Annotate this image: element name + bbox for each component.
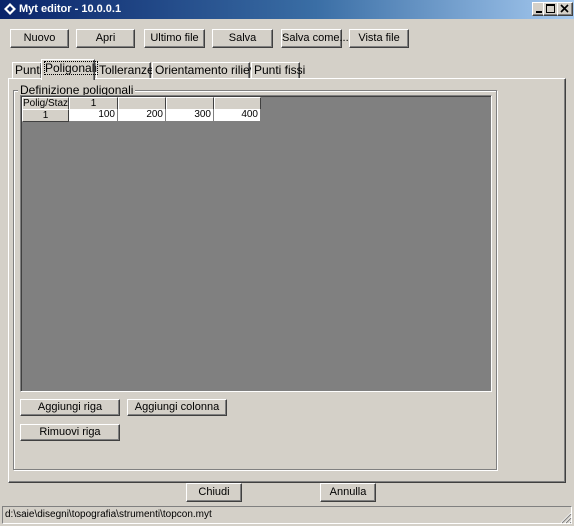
tab-poligonali-label: Poligonali <box>44 61 99 75</box>
salva-button[interactable]: Salva <box>212 29 273 48</box>
status-path: d:\saie\disegni\topografia\strumenti\top… <box>5 509 212 520</box>
tab-punti-fissi[interactable]: Punti fissi <box>251 62 305 79</box>
title-bar[interactable]: Myt editor - 10.0.0.1 <box>0 0 574 19</box>
nuovo-button[interactable]: Nuovo <box>10 29 69 48</box>
apri-button[interactable]: Apri <box>76 29 135 48</box>
annulla-button[interactable]: Annulla <box>320 483 376 502</box>
maximize-icon <box>546 4 555 13</box>
salva-come-button[interactable]: Salva come... <box>281 29 349 48</box>
poligonali-grid[interactable] <box>20 95 492 392</box>
app-icon <box>4 3 16 15</box>
close-button[interactable] <box>557 2 573 16</box>
resize-grip-icon[interactable] <box>560 512 572 524</box>
vista-file-button[interactable]: Vista file <box>349 29 409 48</box>
tab-punti[interactable]: Punti <box>12 62 42 79</box>
grid-cell[interactable]: 300 <box>166 109 214 122</box>
close-icon <box>560 4 569 13</box>
chiudi-button[interactable]: Chiudi <box>186 483 242 502</box>
aggiungi-colonna-button[interactable]: Aggiungi colonna <box>127 399 227 416</box>
status-bar: d:\saie\disegni\topografia\strumenti\top… <box>2 506 572 524</box>
grid-cell[interactable]: 100 <box>69 109 118 122</box>
grid-row-header[interactable]: 1 <box>22 109 69 122</box>
tab-orientamento-rilievo[interactable]: Orientamento rilievo <box>152 62 262 79</box>
window-title: Myt editor - 10.0.0.1 <box>19 3 122 15</box>
ultimo-file-button[interactable]: Ultimo file <box>144 29 205 48</box>
tab-poligonali[interactable]: Poligonali <box>41 59 99 80</box>
tab-tolleranze[interactable]: Tolleranze <box>96 62 154 79</box>
grid-cell[interactable]: 400 <box>214 109 261 122</box>
grid-cell[interactable]: 200 <box>118 109 166 122</box>
aggiungi-riga-button[interactable]: Aggiungi riga <box>20 399 120 416</box>
rimuovi-riga-button[interactable]: Rimuovi riga <box>20 424 120 441</box>
